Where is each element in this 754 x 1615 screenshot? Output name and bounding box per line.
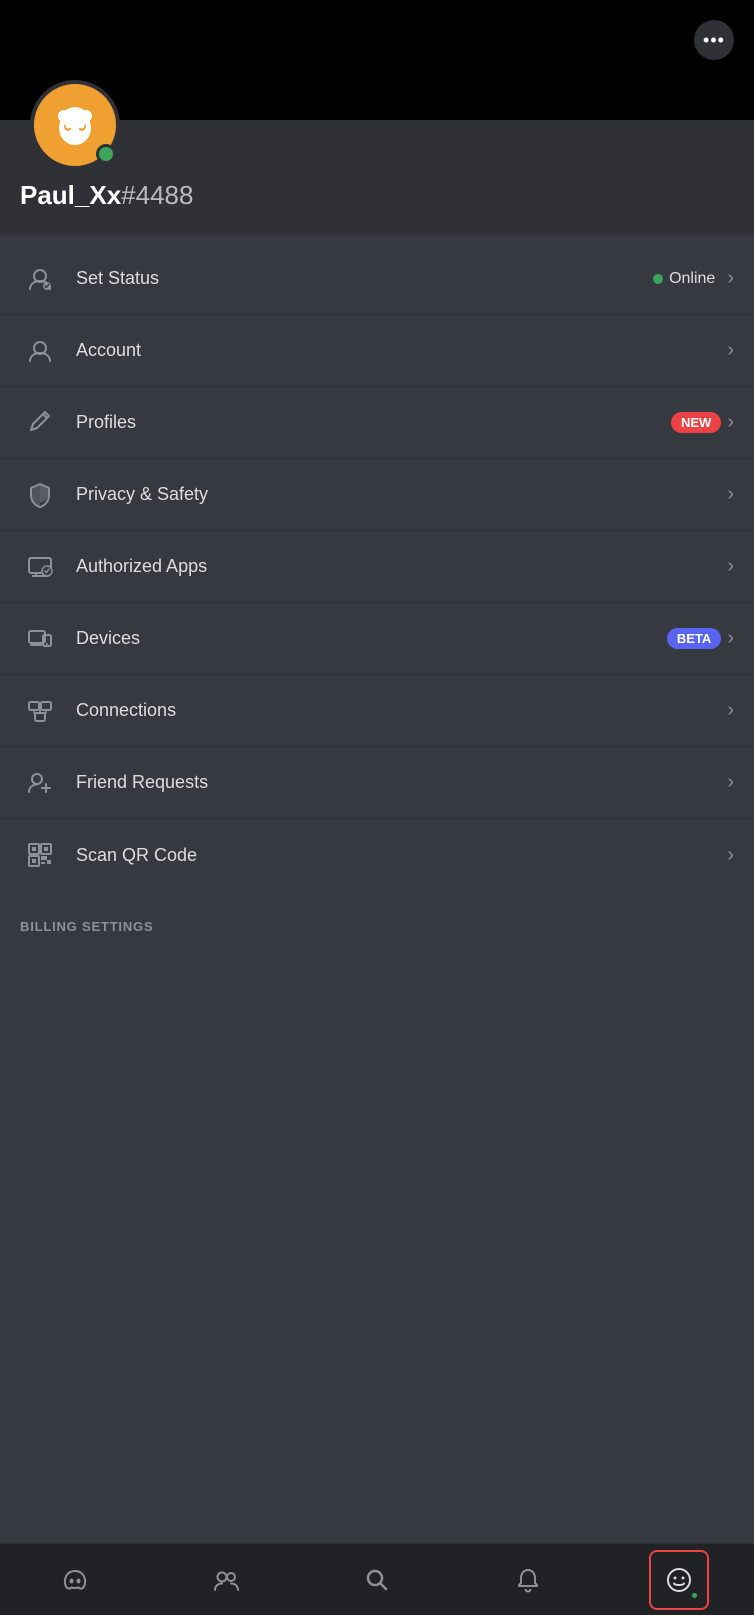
- avatar-status-dot: [96, 144, 116, 164]
- bell-nav-icon: [514, 1566, 542, 1594]
- menu-item-authorized-apps[interactable]: Authorized Apps ›: [0, 531, 754, 603]
- profile-info: Paul_Xx#4488: [0, 120, 754, 235]
- online-dot: [653, 274, 663, 284]
- menu-item-profiles[interactable]: Profiles NEW ›: [0, 387, 754, 459]
- discord-home-icon: [61, 1566, 89, 1594]
- connections-icon: [20, 691, 60, 731]
- chevron-icon: ›: [727, 483, 734, 506]
- menu-label-devices: Devices: [76, 628, 657, 649]
- chevron-icon: ›: [727, 411, 734, 434]
- menu-item-scan-qr[interactable]: Scan QR Code ›: [0, 819, 754, 891]
- menu-item-friend-requests[interactable]: Friend Requests ›: [0, 747, 754, 819]
- more-button[interactable]: •••: [694, 20, 734, 60]
- chevron-icon: ›: [727, 771, 734, 794]
- profile-nav-status-dot: [690, 1591, 699, 1600]
- more-dots-icon: •••: [703, 31, 725, 49]
- apps-icon: [20, 547, 60, 587]
- profile-edit-icon: [20, 403, 60, 443]
- username: Paul_Xx#4488: [20, 180, 734, 211]
- chevron-icon: ›: [727, 699, 734, 722]
- profile-nav-icon: [665, 1566, 693, 1594]
- discriminator: #4488: [121, 180, 193, 210]
- search-nav-icon: [363, 1566, 391, 1594]
- bottom-nav: [0, 1543, 754, 1615]
- chevron-icon: ›: [727, 627, 734, 650]
- nav-item-profile[interactable]: [649, 1550, 709, 1610]
- avatar-wrap: [30, 80, 120, 170]
- shield-icon: [20, 475, 60, 515]
- menu-label-connections: Connections: [76, 700, 721, 721]
- chevron-icon: ›: [727, 339, 734, 362]
- qr-icon: [20, 835, 60, 875]
- menu-item-account[interactable]: Account ›: [0, 315, 754, 387]
- menu-label-privacy-safety: Privacy & Safety: [76, 484, 721, 505]
- menu-item-set-status[interactable]: Set Status Online ›: [0, 243, 754, 315]
- nav-item-search[interactable]: [347, 1550, 407, 1610]
- status-display: Online: [653, 270, 715, 288]
- nav-item-home[interactable]: [45, 1550, 105, 1610]
- nav-item-notifications[interactable]: [498, 1550, 558, 1610]
- status-label: Online: [669, 270, 715, 288]
- menu-item-privacy-safety[interactable]: Privacy & Safety ›: [0, 459, 754, 531]
- discord-avatar-icon: [46, 96, 104, 154]
- status-icon: [20, 259, 60, 299]
- new-badge: NEW: [671, 412, 721, 433]
- chevron-icon: ›: [727, 555, 734, 578]
- friend-icon: [20, 763, 60, 803]
- menu-item-devices[interactable]: Devices BETA ›: [0, 603, 754, 675]
- menu-item-connections[interactable]: Connections ›: [0, 675, 754, 747]
- menu-label-scan-qr: Scan QR Code: [76, 845, 721, 866]
- menu-label-account: Account: [76, 340, 721, 361]
- account-icon: [20, 331, 60, 371]
- billing-section-header: BILLING SETTINGS: [0, 899, 754, 942]
- chevron-icon: ›: [727, 267, 734, 290]
- menu-label-profiles: Profiles: [76, 412, 661, 433]
- menu-label-authorized-apps: Authorized Apps: [76, 556, 721, 577]
- menu-label-set-status: Set Status: [76, 268, 653, 289]
- menu-list: Set Status Online › Account › Profiles N…: [0, 235, 754, 899]
- chevron-icon: ›: [727, 844, 734, 867]
- nav-item-friends[interactable]: [196, 1550, 256, 1610]
- friends-nav-icon: [212, 1566, 240, 1594]
- devices-icon: [20, 619, 60, 659]
- beta-badge: BETA: [667, 628, 721, 649]
- menu-label-friend-requests: Friend Requests: [76, 772, 721, 793]
